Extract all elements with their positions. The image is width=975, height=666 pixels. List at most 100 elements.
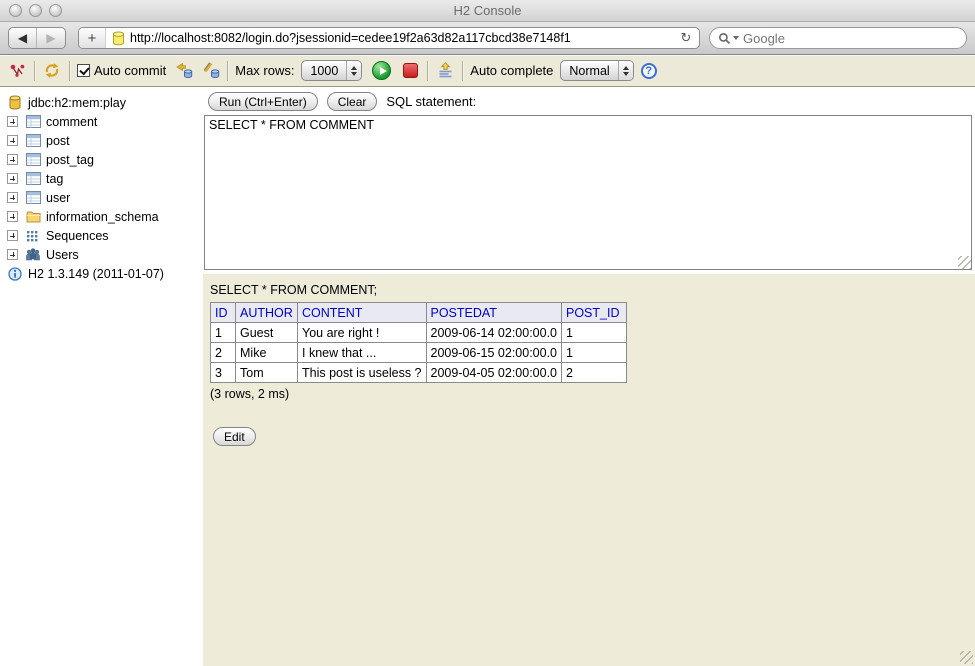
info-icon xyxy=(7,267,23,281)
url-input[interactable] xyxy=(130,28,673,48)
forward-button[interactable]: ▶ xyxy=(37,28,65,48)
sidebar-item-tag[interactable]: tag xyxy=(7,169,203,188)
auto-complete-value: Normal xyxy=(561,64,617,78)
sidebar-item-Users[interactable]: Users xyxy=(7,245,203,264)
table-cell: Tom xyxy=(236,363,298,383)
magnifier-icon xyxy=(718,32,731,45)
reload-icon: ↻ xyxy=(681,30,692,45)
clear-button[interactable]: Clear xyxy=(327,92,378,111)
new-tab-button[interactable]: + xyxy=(79,28,106,48)
expand-icon[interactable] xyxy=(7,173,18,184)
table-cell: 2009-06-14 02:00:00.0 xyxy=(426,323,562,343)
query-toolbar: Run (Ctrl+Enter) Clear SQL statement: xyxy=(203,87,975,115)
table-cell: 2009-04-05 02:00:00.0 xyxy=(426,363,562,383)
commit-button[interactable] xyxy=(173,61,193,81)
sidebar-item-post[interactable]: post xyxy=(7,131,203,150)
help-button[interactable]: ? xyxy=(641,63,657,79)
disconnect-button[interactable] xyxy=(7,61,27,81)
row-count-status: (3 rows, 2 ms) xyxy=(210,387,975,401)
window-title: H2 Console xyxy=(454,3,522,18)
sidebar-item-label: Users xyxy=(46,248,79,262)
expand-icon[interactable] xyxy=(7,211,18,222)
edit-button[interactable]: Edit xyxy=(213,427,256,446)
sidebar-item-label: Sequences xyxy=(46,229,109,243)
schema-tree: comment post post_tagtag user information_sc… xyxy=(7,112,203,264)
column-header-POST_ID: POST_ID xyxy=(562,303,627,323)
table-cell: Guest xyxy=(236,323,298,343)
minimize-window-button[interactable] xyxy=(29,4,42,17)
max-rows-value: 1000 xyxy=(302,64,346,78)
rollback-button[interactable] xyxy=(200,61,220,81)
auto-commit-control[interactable]: Auto commit xyxy=(77,63,166,78)
sidebar-item-label: tag xyxy=(46,172,63,186)
expand-icon[interactable] xyxy=(7,230,18,241)
play-icon xyxy=(372,61,391,80)
sidebar-item-label: post_tag xyxy=(46,153,94,167)
expand-icon[interactable] xyxy=(7,192,18,203)
window-resize-grip[interactable] xyxy=(960,651,973,664)
sidebar-item-Sequences[interactable]: Sequences xyxy=(7,226,203,245)
table-cell: You are right ! xyxy=(298,323,427,343)
rollback-icon xyxy=(201,62,220,79)
table-cell: 2 xyxy=(211,343,236,363)
toolbar-separator xyxy=(69,61,70,81)
table-cell: This post is useless ? xyxy=(298,363,427,383)
sidebar-item-label: user xyxy=(46,191,70,205)
table-cell: 1 xyxy=(211,323,236,343)
forward-icon: ▶ xyxy=(46,31,55,45)
sidebar-item-label: post xyxy=(46,134,70,148)
executed-statement: SELECT * FROM COMMENT; xyxy=(210,283,975,297)
table-row: 3TomThis post is useless ?2009-04-05 02:… xyxy=(211,363,627,383)
auto-complete-select[interactable]: Normal xyxy=(560,60,633,81)
table-cell: Mike xyxy=(236,343,298,363)
run-statement-button[interactable] xyxy=(369,61,393,81)
table-icon xyxy=(25,153,41,166)
version-label: H2 1.3.149 (2011-01-07) xyxy=(28,267,164,281)
textarea-resize-grip[interactable] xyxy=(958,256,971,269)
sidebar-item-label: information_schema xyxy=(46,210,159,224)
sql-statement-label: SQL statement: xyxy=(386,94,476,109)
table-cell: I knew that ... xyxy=(298,343,427,363)
h2-favicon-icon xyxy=(112,31,125,46)
auto-select-icon xyxy=(437,62,454,79)
expand-icon[interactable] xyxy=(7,154,18,165)
search-input[interactable] xyxy=(743,31,958,46)
table-cell: 1 xyxy=(562,343,627,363)
expand-icon[interactable] xyxy=(7,116,18,127)
help-icon: ? xyxy=(645,65,652,77)
result-table: IDAUTHORCONTENTPOSTEDATPOST_ID 1GuestYou… xyxy=(210,302,627,383)
sidebar-item-information_schema[interactable]: information_schema xyxy=(7,207,203,226)
toolbar-separator xyxy=(427,61,428,81)
auto-select-button[interactable] xyxy=(435,61,455,81)
table-icon xyxy=(25,115,41,128)
search-bar xyxy=(709,27,967,49)
schema-sidebar: jdbc:h2:mem:play comment post post_tagtag u… xyxy=(0,87,203,666)
address-bar: + ↻ xyxy=(78,27,700,49)
refresh-tree-button[interactable] xyxy=(42,61,62,81)
zoom-window-button[interactable] xyxy=(49,4,62,17)
reload-button[interactable]: ↻ xyxy=(673,30,699,46)
cancel-statement-button[interactable] xyxy=(400,61,420,81)
sidebar-item-user[interactable]: user xyxy=(7,188,203,207)
max-rows-select[interactable]: 1000 xyxy=(301,60,362,81)
auto-commit-checkbox[interactable] xyxy=(77,64,90,77)
expand-icon[interactable] xyxy=(7,249,18,260)
column-header-ID: ID xyxy=(211,303,236,323)
main-panel: Run (Ctrl+Enter) Clear SQL statement: SE… xyxy=(203,87,975,666)
max-rows-label: Max rows: xyxy=(235,63,294,78)
close-window-button[interactable] xyxy=(9,4,22,17)
disconnect-icon xyxy=(9,63,26,79)
auto-commit-label: Auto commit xyxy=(94,63,166,78)
table-icon xyxy=(25,134,41,147)
table-cell: 2 xyxy=(562,363,627,383)
expand-icon[interactable] xyxy=(7,135,18,146)
sql-input[interactable]: SELECT * FROM COMMENT xyxy=(204,115,972,270)
connection-row[interactable]: jdbc:h2:mem:play xyxy=(7,93,203,112)
run-button[interactable]: Run (Ctrl+Enter) xyxy=(208,92,318,111)
search-options-caret-icon[interactable] xyxy=(733,36,739,40)
sidebar-item-comment[interactable]: comment xyxy=(7,112,203,131)
sidebar-item-post_tag[interactable]: post_tag xyxy=(7,150,203,169)
toolbar-separator xyxy=(34,61,35,81)
table-icon xyxy=(25,172,41,185)
back-button[interactable]: ◀ xyxy=(9,28,37,48)
